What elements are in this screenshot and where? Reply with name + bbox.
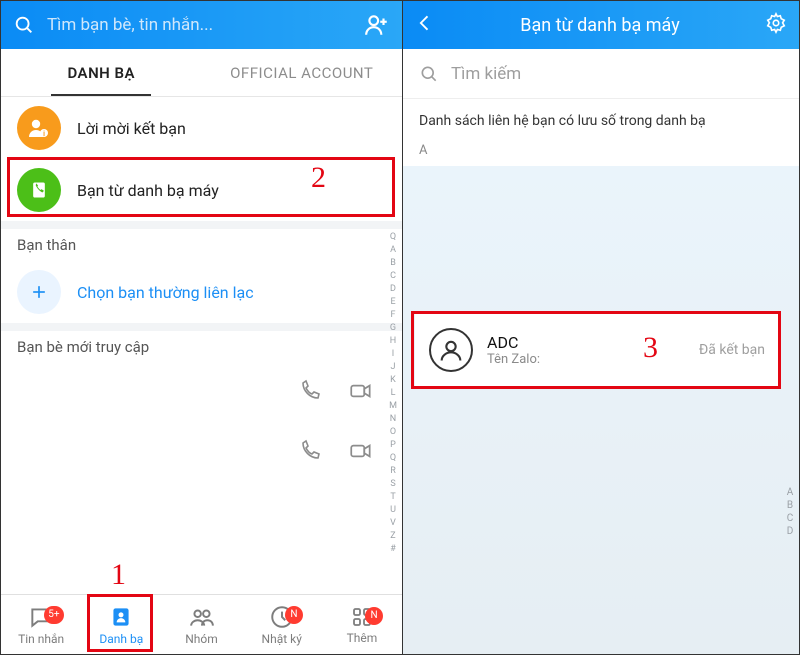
plus-icon	[17, 270, 61, 314]
search-placeholder: Tìm kiếm	[451, 64, 521, 84]
back-icon[interactable]	[415, 13, 435, 37]
nav-contacts[interactable]: Danh bạ	[81, 604, 161, 646]
section-recent-access: Bạn bè mới truy cập	[1, 323, 402, 363]
avatar-icon	[429, 328, 473, 372]
svg-text:i: i	[43, 130, 45, 138]
settings-icon[interactable]	[765, 12, 787, 38]
alpha-index-left[interactable]: QABCDEFGHIJKLMNOPQRSTUVZ#	[386, 231, 400, 556]
row-choose-frequent[interactable]: Chọn bạn thường liên lạc	[1, 261, 402, 323]
page-title: Bạn từ danh bạ máy	[447, 15, 753, 36]
search-input[interactable]: Tìm bạn bè, tin nhắn...	[47, 15, 352, 35]
phone-icon[interactable]	[298, 379, 322, 407]
left-screen: Tìm bạn bè, tin nhắn... DANH BẠ OFFICIAL…	[1, 1, 403, 654]
tab-contacts[interactable]: DANH BẠ	[1, 49, 202, 96]
contact-name: ADC	[487, 333, 540, 352]
recent-row-2[interactable]	[1, 423, 402, 483]
bottom-nav: 5+ Tin nhắn Danh bạ Nhóm N Nhật ký N Thê…	[1, 594, 402, 654]
search-icon[interactable]	[13, 14, 35, 36]
nav-timeline[interactable]: N Nhật ký	[242, 604, 322, 646]
add-friend-icon[interactable]	[364, 12, 390, 38]
badge: 5+	[44, 606, 63, 624]
contact-row-adc[interactable]: ADC Tên Zalo: Đã kết bạn	[415, 314, 779, 386]
tab-official-account[interactable]: OFFICIAL ACCOUNT	[202, 49, 403, 96]
row-friend-requests[interactable]: i Lời mời kết bạn	[1, 97, 402, 159]
badge: N	[285, 606, 303, 624]
friend-request-icon: i	[17, 106, 61, 150]
recent-row-1[interactable]	[1, 363, 402, 423]
right-topbar: Bạn từ danh bạ máy	[403, 1, 799, 49]
left-topbar: Tìm bạn bè, tin nhắn...	[1, 1, 402, 49]
nav-messages[interactable]: 5+ Tin nhắn	[1, 604, 81, 646]
row-label: Lời mời kết bạn	[77, 119, 186, 138]
contact-area: ADC Tên Zalo: Đã kết bạn A B C D	[403, 166, 799, 654]
nav-more[interactable]: N Thêm	[322, 605, 402, 645]
video-icon[interactable]	[348, 438, 374, 468]
description-text: Danh sách liên hệ bạn có lưu số trong da…	[403, 99, 799, 139]
phone-icon[interactable]	[298, 439, 322, 467]
alpha-index-right[interactable]: A B C D	[783, 486, 797, 538]
row-label: Bạn từ danh bạ máy	[77, 181, 219, 200]
contact-tabs: DANH BẠ OFFICIAL ACCOUNT	[1, 49, 402, 97]
right-screen: Bạn từ danh bạ máy Tìm kiếm Danh sách li…	[403, 1, 799, 654]
row-label: Chọn bạn thường liên lạc	[77, 283, 254, 302]
row-phone-contacts[interactable]: Bạn từ danh bạ máy	[1, 159, 402, 221]
section-letter: A	[403, 139, 799, 166]
nav-groups[interactable]: Nhóm	[161, 604, 241, 646]
section-close-friends: Bạn thân	[1, 221, 402, 261]
right-search[interactable]: Tìm kiếm	[403, 49, 799, 99]
phone-contacts-icon	[17, 168, 61, 212]
contact-info: ADC Tên Zalo:	[487, 333, 540, 367]
callout-number-1: 1	[111, 558, 126, 592]
video-icon[interactable]	[348, 378, 374, 408]
contact-sub-label: Tên Zalo:	[487, 352, 540, 367]
contact-status: Đã kết bạn	[699, 342, 765, 358]
badge: N	[365, 607, 383, 625]
